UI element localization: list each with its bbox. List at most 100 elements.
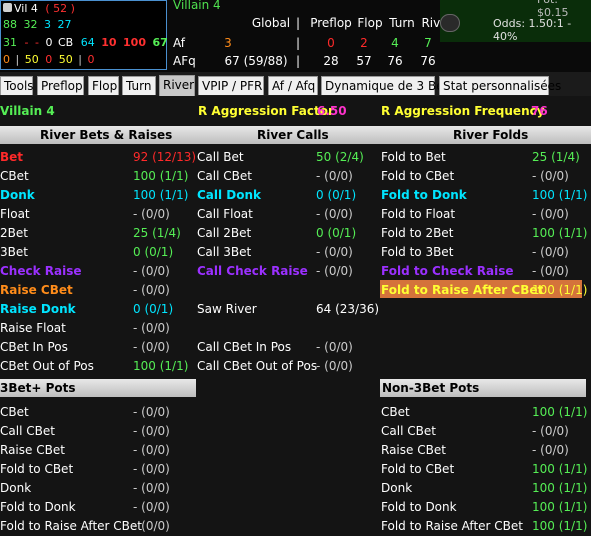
river-call-label: Call 3Bet [197,245,252,259]
river-fold-label: Fold to Donk [381,188,467,202]
agg-freq-value: 76 [531,104,548,118]
river-bet-value: 25 (1/4) [133,226,181,240]
river-call-label: Saw River [197,302,257,316]
hud-afq-sep: | [295,54,301,68]
non-three-bet-pots-header: Non-3Bet Pots [380,379,586,397]
hud-af-river: 7 [424,36,432,50]
hud-stat-box[interactable]: Vil 4 ( 52 ) 88 32 3 27 31 - - 0 CB 64 1… [0,0,168,70]
non-three-bet-pot-label: Fold to CBet [381,462,455,476]
river-stats-panel: Villain 4 R Aggression Factor 6.50 R Agg… [0,96,591,536]
non-three-bet-pot-label: Donk [381,481,413,495]
tab-vpip-pfr[interactable]: VPIP / PFR [198,76,264,95]
three-bet-pot-value: - (0/0) [133,424,170,438]
river-bet-value: - (0/0) [133,321,170,335]
hud-box-r4-d: 50 [58,53,73,66]
non-three-bet-pot-value: 100 (1/1) [532,405,588,419]
river-call-value: 0 (0/1) [316,226,357,240]
river-fold-value: 100 (1/1) [532,283,588,297]
non-three-bet-pot-value: - (0/0) [532,424,569,438]
agg-factor-value: 6.50 [317,104,347,118]
river-bets-title: River Bets & Raises [40,128,173,142]
river-bet-label: Raise Float [0,321,66,335]
river-fold-label: Fold to Bet [381,150,446,164]
non-three-bet-pot-value: 100 (1/1) [532,462,588,476]
river-call-label: Call CBet [197,169,252,183]
hud-af-label: Af [173,36,186,50]
slider-knob-icon[interactable] [440,14,460,32]
river-call-value: 0 (0/1) [316,188,357,202]
hud-col-preflop: Preflop [310,16,352,30]
three-bet-pot-label: Raise CBet [0,443,65,457]
hud-box-r3-e: 64 [80,36,95,49]
three-bet-pot-label: CBet [0,405,29,419]
tab-tools[interactable]: Tools [0,76,34,95]
non-three-bet-pot-value: 100 (1/1) [532,519,588,533]
tab-river[interactable]: River [159,75,195,96]
river-call-label: Call Check Raise [197,264,308,278]
river-call-label: Call CBet In Pos [197,340,292,354]
hud-afq-flop: 57 [356,54,372,68]
tab-preflop[interactable]: Preflop [37,76,84,95]
river-bet-value: - (0/0) [133,207,170,221]
river-call-value: - (0/0) [316,169,353,183]
hud-af-flop: 2 [360,36,368,50]
river-bet-value: 92 (12/13) [133,150,197,164]
river-fold-label: Fold to 2Bet [381,226,454,240]
river-fold-value: 100 (1/1) [532,226,588,240]
hud-box-icon [3,3,12,12]
hud-box-r4-sep1: | [15,53,20,66]
river-call-label: Call 2Bet [197,226,252,240]
hud-box-r3-d: 0 [45,36,53,49]
non-three-bet-pot-label: CBet [381,405,410,419]
hud-player-name: Villain 4 [173,0,221,12]
river-fold-value: 100 (1/1) [532,188,588,202]
non-three-bet-pot-value: - (0/0) [532,443,569,457]
river-bet-label: CBet Out of Pos [0,359,94,373]
river-call-value: - (0/0) [316,359,353,373]
river-bet-label: Raise CBet [0,283,73,297]
river-call-value: 50 (2/4) [316,150,364,164]
hud-box-r4-e: 0 [87,53,95,66]
river-bet-value: - (0/0) [133,264,170,278]
tab-custom-stats[interactable]: Stat personnalisées [439,76,561,95]
hud-box-name: Vil 4 [14,2,38,15]
river-bet-value: 0 (0/1) [133,245,174,259]
three-bet-pots-header: 3Bet+ Pots [0,379,196,397]
hud-af-sep: | [295,36,301,50]
river-bet-label: CBet [0,169,29,183]
three-bet-pot-label: Fold to Raise After CBet [0,519,142,533]
river-fold-value: 25 (1/4) [532,150,580,164]
hud-box-r3-g: 100 [123,36,146,49]
hud-col-turn: Turn [389,16,415,30]
hud-box-r4-c: 0 [45,53,53,66]
three-bet-pot-label: Donk [0,481,32,495]
tab-3bet-dynamics[interactable]: Dynamique de 3 Bet [321,76,448,95]
river-bet-label: Check Raise [0,264,82,278]
agg-freq-label: R Aggression Frequency [381,104,545,118]
non-three-bet-pot-value: 100 (1/1) [532,500,588,514]
hud-afq-turn: 76 [387,54,403,68]
river-bet-label: 3Bet [0,245,28,259]
three-bet-pot-value: - (0/0) [133,519,170,533]
tab-flop[interactable]: Flop [88,76,119,95]
hud-box-r3-c: - [34,36,39,49]
non-three-bet-pot-label: Fold to Raise After CBet [381,519,523,533]
river-fold-label: Fold to 3Bet [381,245,454,259]
river-bet-value: 100 (1/1) [133,169,189,183]
hud-box-r3-h: 67 [152,36,168,49]
river-bet-label: Donk [0,188,35,202]
hud-box-r3-f: 10 [101,36,117,49]
hud-box-vpip: 88 [3,18,17,31]
river-bet-value: - (0/0) [133,340,170,354]
stat-tabs: Tools Preflop Flop Turn River VPIP / PFR… [0,72,591,96]
tab-af-afq[interactable]: Af / Afq [268,76,318,95]
river-fold-label: Fold to CBet [381,169,455,183]
hud-col-flop: Flop [357,16,383,30]
agg-factor-label: R Aggression Factor [198,104,334,118]
river-folds-title: River Folds [453,128,529,142]
river-bet-value: - (0/0) [133,283,170,297]
tab-turn[interactable]: Turn [122,76,156,95]
river-call-value: - (0/0) [316,340,353,354]
river-fold-value: - (0/0) [532,264,569,278]
hud-box-3bet: 3 [44,18,51,31]
